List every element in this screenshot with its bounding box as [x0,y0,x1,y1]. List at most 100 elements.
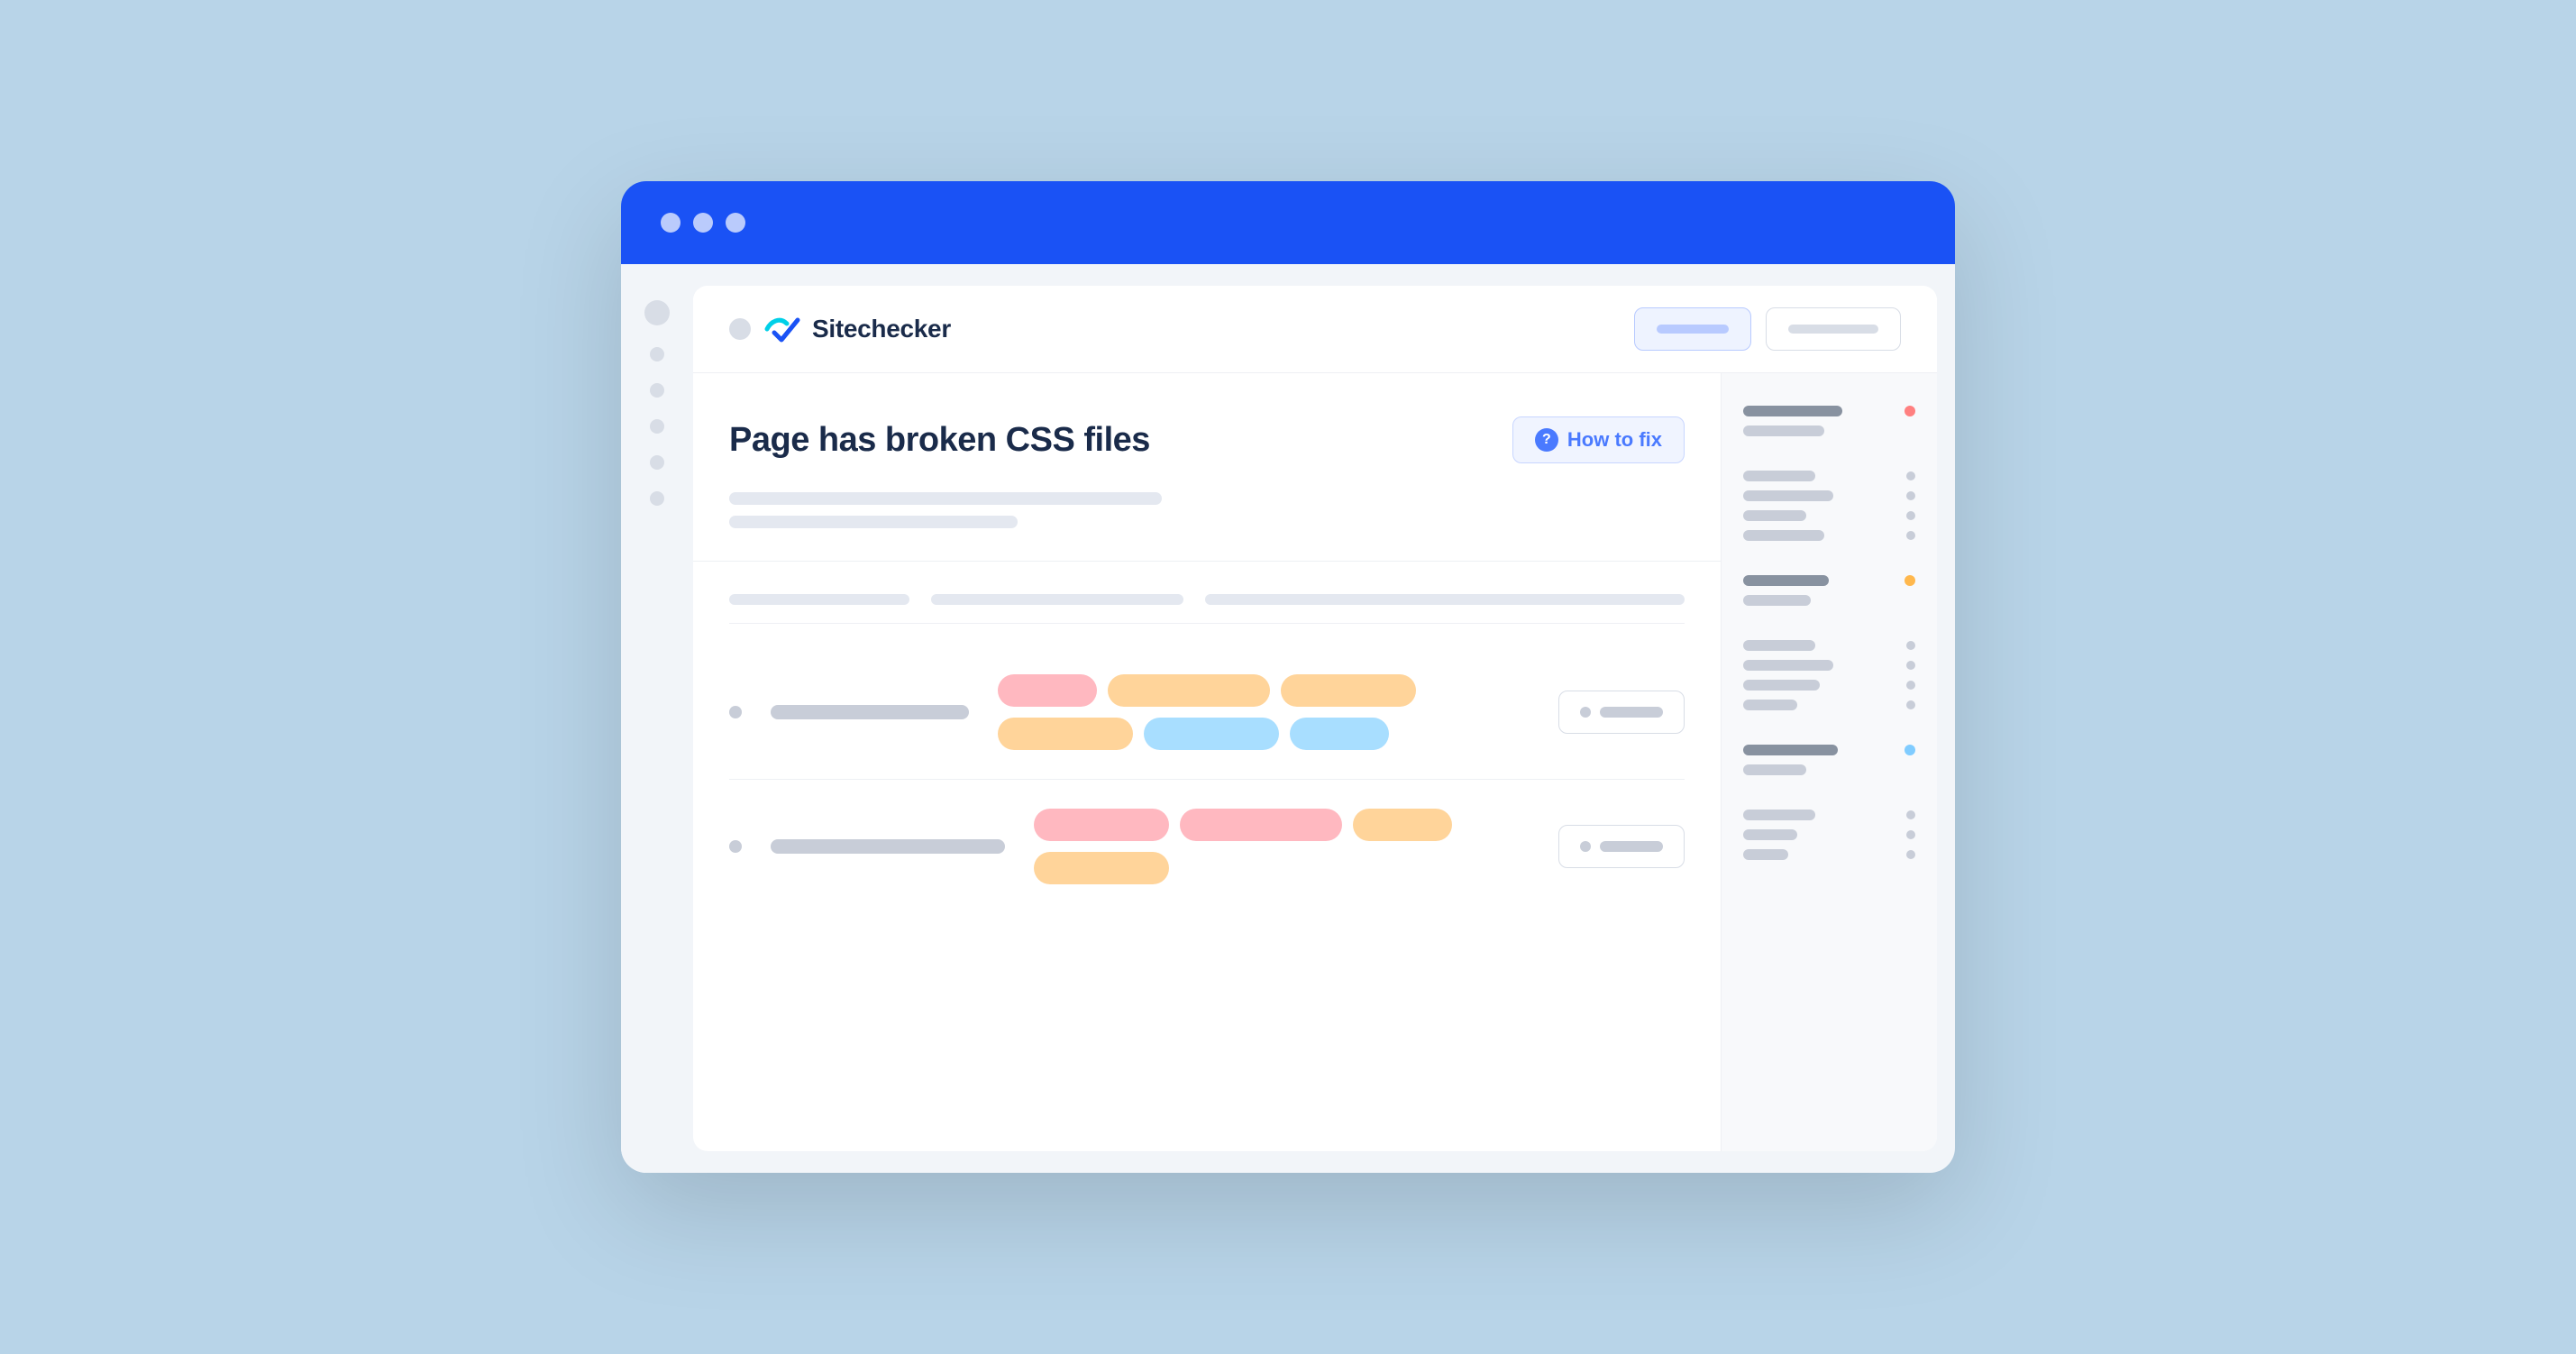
sidebar-bar-row-8 [1743,660,1915,671]
sidebar-bar-row-10 [1743,700,1915,710]
sb-bar-1 [1743,425,1824,436]
sb-dot-orange-1 [1905,575,1915,586]
sidebar-nav-dot-5[interactable] [650,491,664,506]
main-panel: Sitechecker [693,286,1937,1151]
action-bar-1 [1600,707,1663,718]
sb-dot-gray-1 [1906,471,1915,480]
browser-titlebar [621,181,1955,264]
tag-orange-1 [1108,674,1270,707]
sidebar-group-6 [1743,810,1915,860]
row-label-1 [771,705,969,719]
how-to-fix-button[interactable]: ? How to fix [1512,416,1685,463]
logo-circle [729,318,751,340]
header-button-secondary[interactable] [1766,307,1901,351]
tag-blue-1 [1144,718,1279,750]
sidebar-bar-row-12 [1743,810,1915,820]
logo-text: Sitechecker [812,315,951,343]
sb-dot-gray-11 [1906,850,1915,859]
traffic-light-minimize[interactable] [693,213,713,233]
sb-bar-7 [1743,640,1815,651]
tag-orange-5 [1034,852,1169,884]
sidebar-group-5 [1743,745,1915,791]
tag-blue-2 [1290,718,1389,750]
sidebar-bar-row-5 [1743,530,1915,541]
row-action-1[interactable] [1558,691,1685,734]
row-tags-2 [1034,809,1530,884]
tag-pink-3 [1180,809,1342,841]
row-label-2 [771,839,1005,854]
tag-orange-2 [1281,674,1416,707]
sidebar-bar-row-7 [1743,640,1915,651]
table-row-2 [729,780,1685,913]
sidebar-group-2 [1743,471,1915,557]
sidebar-bar-row-6 [1743,575,1915,586]
sidebar-bar-row-14 [1743,849,1915,860]
how-to-fix-label: How to fix [1567,428,1662,452]
action-bar-2 [1600,841,1663,852]
action-dot-1 [1580,707,1591,718]
sidebar-nav-circle [644,300,670,325]
issue-title: Page has broken CSS files [729,421,1150,460]
sidebar-nav-dot-1[interactable] [650,347,664,361]
issue-header: Page has broken CSS files ? How to fix [729,416,1685,463]
sidebar-right [1721,373,1937,1151]
sb-bar-11 [1743,764,1806,775]
header-btn-secondary-bar [1788,325,1878,334]
sidebar-nav-dot-2[interactable] [650,383,664,398]
sb-bar-4 [1743,510,1806,521]
traffic-light-maximize[interactable] [726,213,745,233]
desc-bar-2 [729,516,1018,528]
question-icon: ? [1535,428,1558,452]
header-buttons [1634,307,1901,351]
sb-dot-gray-3 [1906,511,1915,520]
traffic-light-close[interactable] [661,213,681,233]
sidebar-nav-dot-3[interactable] [650,419,664,434]
sb-bar-dark-3 [1743,745,1838,755]
sb-dot-gray-4 [1906,531,1915,540]
tag-orange-4 [1353,809,1452,841]
sb-bar-5 [1743,530,1824,541]
sb-dot-gray-5 [1906,641,1915,650]
tag-orange-3 [998,718,1133,750]
table-row [729,645,1685,780]
content-divider [693,561,1721,562]
tag-pink-2 [1034,809,1169,841]
sb-bar-14 [1743,849,1788,860]
sb-dot-gray-2 [1906,491,1915,500]
sb-bar-12 [1743,810,1815,820]
sidebar-bar-row-3 [1743,490,1915,501]
sb-bar-8 [1743,660,1833,671]
sb-bar-dark-1 [1743,406,1842,416]
sidebar-bar-row-1 [1743,406,1915,416]
sb-dot-gray-10 [1906,830,1915,839]
sidebar-bar-row-4 [1743,510,1915,521]
browser-window: Sitechecker [621,181,1955,1173]
table-section [729,645,1685,913]
sidebar-bar-row-9 [1743,680,1915,691]
sb-dot-gray-9 [1906,810,1915,819]
panel-header: Sitechecker [693,286,1937,373]
header-btn-primary-bar [1657,325,1729,334]
sb-bar-3 [1743,490,1833,501]
sidebar-bar-row-2 [1743,471,1915,481]
sb-bar-9 [1743,680,1820,691]
sidebar-bar-row-13 [1743,829,1915,840]
row-action-2[interactable] [1558,825,1685,868]
table-header-bar-3 [1205,594,1685,605]
sb-bar-13 [1743,829,1797,840]
traffic-lights [661,213,745,233]
sb-dot-blue-1 [1905,745,1915,755]
header-button-primary[interactable] [1634,307,1751,351]
sb-bar-dark-2 [1743,575,1829,586]
table-header-bar-1 [729,594,909,605]
sb-dot-gray-8 [1906,700,1915,709]
sb-bar-10 [1743,700,1797,710]
sb-dot-red-1 [1905,406,1915,416]
sidebar-group-3 [1743,575,1915,622]
row-indicator-1 [729,706,742,718]
logo-area: Sitechecker [729,313,951,345]
row-tags-1 [998,674,1530,750]
sidebar-group-4 [1743,640,1915,727]
table-header [729,594,1685,624]
sidebar-nav-dot-4[interactable] [650,455,664,470]
